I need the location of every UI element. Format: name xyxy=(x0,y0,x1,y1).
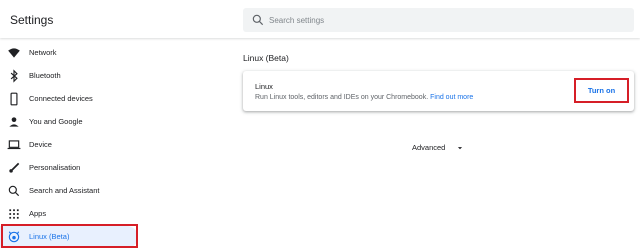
sidebar-item-label: Device xyxy=(29,140,52,149)
card-description-text: Run Linux tools, editors and IDEs on you… xyxy=(255,94,429,101)
sidebar-item-network[interactable]: Network xyxy=(0,42,138,64)
sidebar-item-label: Bluetooth xyxy=(29,71,61,80)
bluetooth-icon xyxy=(10,69,18,83)
sidebar-item-label: Search and Assistant xyxy=(29,186,100,195)
chevron-down-icon xyxy=(457,147,463,150)
sidebar-item-device[interactable]: Device xyxy=(0,134,138,156)
laptop-icon xyxy=(7,140,21,150)
sidebar-item-personalisation[interactable]: Personalisation xyxy=(0,157,138,179)
sidebar-item-label: Apps xyxy=(29,209,47,218)
linux-card: Linux Run Linux tools, editors and IDEs … xyxy=(243,71,634,111)
search-box[interactable] xyxy=(243,8,634,32)
sidebar-item-label: Personalisation xyxy=(29,163,81,172)
sidebar-item-bluetooth[interactable]: Bluetooth xyxy=(0,65,138,87)
sidebar-item-you-and-google[interactable]: You and Google xyxy=(0,111,138,133)
turn-on-button[interactable]: Turn on xyxy=(574,78,629,103)
find-out-more-link[interactable]: Find out more xyxy=(430,94,473,101)
sidebar-item-label: Connected devices xyxy=(29,94,93,103)
app-title: Settings xyxy=(10,13,54,27)
sidebar-item-search-and-assistant[interactable]: Search and Assistant xyxy=(0,180,138,202)
search-input[interactable] xyxy=(269,12,619,28)
sidebar: Network Bluetooth Connected devices You … xyxy=(0,40,140,250)
wifi-icon xyxy=(8,48,20,58)
highlight-box-nav xyxy=(1,224,138,248)
sidebar-item-label: You and Google xyxy=(29,117,83,126)
sidebar-item-label: Network xyxy=(29,48,57,57)
advanced-toggle[interactable]: Advanced xyxy=(405,140,475,156)
card-description: Run Linux tools, editors and IDEs on you… xyxy=(255,94,473,101)
search-icon xyxy=(8,185,20,197)
section-title: Linux (Beta) xyxy=(243,53,289,63)
person-icon xyxy=(9,117,19,127)
settings-header: Settings xyxy=(0,0,640,38)
apps-grid-icon xyxy=(9,209,19,219)
brush-icon xyxy=(9,162,20,173)
sidebar-item-connected-devices[interactable]: Connected devices xyxy=(0,88,138,110)
phone-icon xyxy=(10,92,18,106)
advanced-label: Advanced xyxy=(412,143,446,152)
sidebar-item-apps[interactable]: Apps xyxy=(0,203,138,225)
search-icon xyxy=(252,14,264,26)
card-title: Linux xyxy=(255,82,273,91)
